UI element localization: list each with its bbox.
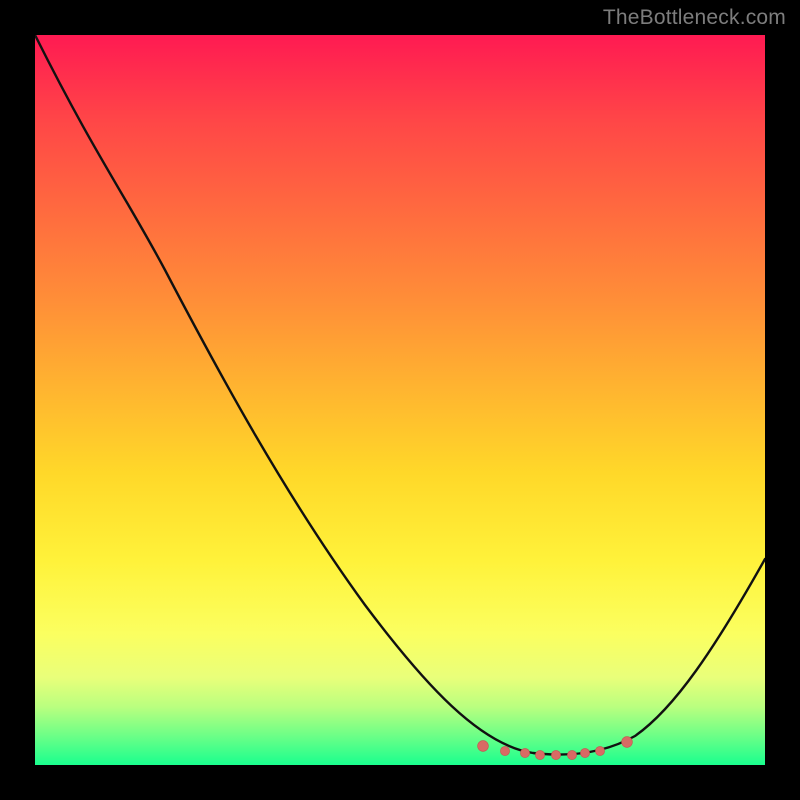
curve-marker xyxy=(580,748,589,757)
curve-marker xyxy=(567,750,576,759)
curve-svg xyxy=(35,35,765,765)
watermark-text: TheBottleneck.com xyxy=(603,6,786,30)
curve-marker xyxy=(551,750,560,759)
curve-marker xyxy=(520,748,529,757)
plot-area xyxy=(35,35,765,765)
curve-marker xyxy=(478,741,489,752)
curve-marker xyxy=(535,750,544,759)
chart-stage: TheBottleneck.com xyxy=(0,0,800,800)
curve-marker xyxy=(595,746,604,755)
curve-marker xyxy=(622,737,633,748)
marker-group xyxy=(478,737,633,760)
curve-marker xyxy=(500,746,509,755)
bottleneck-curve xyxy=(35,35,765,755)
